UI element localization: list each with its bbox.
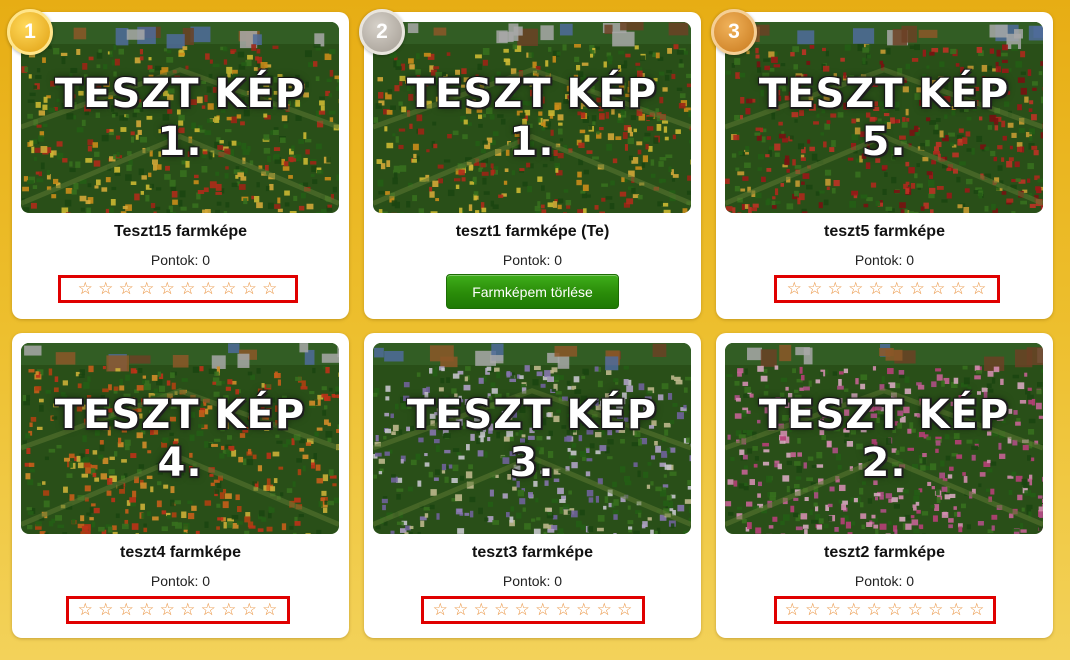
- farm-thumbnail[interactable]: TESZT KÉP 2.: [725, 343, 1043, 534]
- star-icon[interactable]: ☆: [554, 600, 575, 620]
- star-icon[interactable]: ☆: [865, 600, 886, 620]
- farm-card: 3 TESZT KÉP 5. teszt5 farmképe Pontok: 0…: [711, 9, 1053, 319]
- star-icon[interactable]: ☆: [431, 600, 452, 620]
- star-rating: ☆ ☆ ☆ ☆ ☆ ☆ ☆ ☆ ☆ ☆: [66, 596, 290, 624]
- gold-rank-badge: 1: [7, 9, 53, 55]
- star-icon[interactable]: ☆: [826, 279, 847, 299]
- star-icon[interactable]: ☆: [595, 600, 616, 620]
- star-icon[interactable]: ☆: [846, 279, 867, 299]
- star-icon[interactable]: ☆: [260, 600, 281, 620]
- farm-card: 1 TESZT KÉP 1. Teszt15 farmképe Pontok: …: [7, 9, 349, 319]
- farm-card: 2 TESZT KÉP 1. teszt1 farmképe (Te) Pont…: [359, 9, 701, 319]
- farm-title: teszt1 farmképe (Te): [364, 223, 701, 241]
- star-icon[interactable]: ☆: [76, 600, 97, 620]
- farm-title: teszt2 farmképe: [824, 544, 945, 561]
- star-icon[interactable]: ☆: [513, 600, 534, 620]
- star-icon[interactable]: ☆: [117, 279, 138, 299]
- star-icon[interactable]: ☆: [240, 279, 261, 299]
- star-icon[interactable]: ☆: [178, 600, 199, 620]
- own-farm-tag: (Te): [581, 223, 610, 240]
- star-icon[interactable]: ☆: [887, 279, 908, 299]
- star-icon[interactable]: ☆: [260, 279, 281, 299]
- farm-card: TESZT KÉP 3. teszt3 farmképe Pontok: 0 ☆…: [364, 333, 701, 638]
- farm-title: teszt4 farmképe: [120, 544, 241, 561]
- points-label: Pontok: 0: [854, 573, 915, 589]
- farm-thumbnail[interactable]: TESZT KÉP 1.: [373, 22, 691, 213]
- image-caption-line1: TESZT KÉP: [406, 391, 658, 438]
- farm-gallery-grid: 1 TESZT KÉP 1. Teszt15 farmképe Pontok: …: [7, 9, 1053, 638]
- image-caption-line1: TESZT KÉP: [758, 391, 1010, 438]
- star-icon[interactable]: ☆: [96, 279, 117, 299]
- farm-title: teszt3 farmképe: [472, 544, 593, 561]
- star-rating: ☆ ☆ ☆ ☆ ☆ ☆ ☆ ☆ ☆ ☆: [774, 275, 1000, 303]
- star-icon[interactable]: ☆: [949, 279, 970, 299]
- farm-card: TESZT KÉP 2. teszt2 farmképe Pontok: 0 ☆…: [716, 333, 1053, 638]
- star-icon[interactable]: ☆: [240, 600, 261, 620]
- image-caption-line2: 2.: [861, 439, 907, 486]
- farm-card: TESZT KÉP 4. teszt4 farmképe Pontok: 0 ☆…: [12, 333, 349, 638]
- image-caption-line1: TESZT KÉP: [406, 70, 658, 117]
- star-icon[interactable]: ☆: [219, 279, 240, 299]
- star-icon[interactable]: ☆: [137, 600, 158, 620]
- star-icon[interactable]: ☆: [219, 600, 240, 620]
- star-icon[interactable]: ☆: [117, 600, 138, 620]
- image-caption-line2: 5.: [861, 118, 907, 165]
- image-caption-line2: 4.: [157, 439, 203, 486]
- farm-title: Teszt15 farmképe: [113, 223, 248, 240]
- image-caption-line1: TESZT KÉP: [758, 70, 1010, 117]
- star-icon[interactable]: ☆: [96, 600, 117, 620]
- star-icon[interactable]: ☆: [533, 600, 554, 620]
- farm-title: teszt5 farmképe: [824, 223, 945, 240]
- star-icon[interactable]: ☆: [76, 279, 97, 299]
- star-icon[interactable]: ☆: [906, 600, 927, 620]
- star-icon[interactable]: ☆: [574, 600, 595, 620]
- star-icon[interactable]: ☆: [199, 279, 220, 299]
- bronze-rank-badge: 3: [711, 9, 757, 55]
- star-icon[interactable]: ☆: [785, 279, 806, 299]
- star-icon[interactable]: ☆: [967, 600, 988, 620]
- points-label: Pontok: 0: [150, 252, 211, 268]
- farm-thumbnail[interactable]: TESZT KÉP 3.: [373, 343, 691, 534]
- farm-thumbnail[interactable]: TESZT KÉP 4.: [21, 343, 339, 534]
- silver-rank-badge: 2: [359, 9, 405, 55]
- farm-title-text: teszt1 farmképe: [455, 223, 577, 240]
- points-label: Pontok: 0: [502, 573, 563, 589]
- farm-thumbnail[interactable]: TESZT KÉP 1.: [21, 22, 339, 213]
- star-icon[interactable]: ☆: [178, 279, 199, 299]
- star-icon[interactable]: ☆: [137, 279, 158, 299]
- image-caption-line1: TESZT KÉP: [54, 391, 306, 438]
- star-icon[interactable]: ☆: [844, 600, 865, 620]
- star-icon[interactable]: ☆: [199, 600, 220, 620]
- star-rating: ☆ ☆ ☆ ☆ ☆ ☆ ☆ ☆ ☆ ☆: [421, 596, 645, 624]
- star-icon[interactable]: ☆: [472, 600, 493, 620]
- star-icon[interactable]: ☆: [158, 279, 179, 299]
- star-icon[interactable]: ☆: [451, 600, 472, 620]
- star-icon[interactable]: ☆: [803, 600, 824, 620]
- star-icon[interactable]: ☆: [969, 279, 990, 299]
- star-icon[interactable]: ☆: [615, 600, 636, 620]
- delete-farm-image-button[interactable]: Farmképem törlése: [446, 274, 619, 309]
- star-icon[interactable]: ☆: [947, 600, 968, 620]
- star-icon[interactable]: ☆: [885, 600, 906, 620]
- image-caption-line1: TESZT KÉP: [54, 70, 306, 117]
- star-icon[interactable]: ☆: [492, 600, 513, 620]
- image-caption-line2: 1.: [157, 118, 203, 165]
- star-icon[interactable]: ☆: [805, 279, 826, 299]
- star-icon[interactable]: ☆: [908, 279, 929, 299]
- star-icon[interactable]: ☆: [926, 600, 947, 620]
- points-label: Pontok: 0: [854, 252, 915, 268]
- star-rating: ☆ ☆ ☆ ☆ ☆ ☆ ☆ ☆ ☆ ☆: [774, 596, 996, 624]
- star-icon[interactable]: ☆: [928, 279, 949, 299]
- points-label: Pontok: 0: [502, 252, 563, 268]
- star-icon[interactable]: ☆: [867, 279, 888, 299]
- star-icon[interactable]: ☆: [824, 600, 845, 620]
- star-icon[interactable]: ☆: [783, 600, 804, 620]
- image-caption-line2: 1.: [509, 118, 555, 165]
- star-icon[interactable]: ☆: [158, 600, 179, 620]
- points-label: Pontok: 0: [150, 573, 211, 589]
- farm-thumbnail[interactable]: TESZT KÉP 5.: [725, 22, 1043, 213]
- star-rating: ☆ ☆ ☆ ☆ ☆ ☆ ☆ ☆ ☆ ☆: [58, 275, 298, 303]
- image-caption-line2: 3.: [509, 439, 555, 486]
